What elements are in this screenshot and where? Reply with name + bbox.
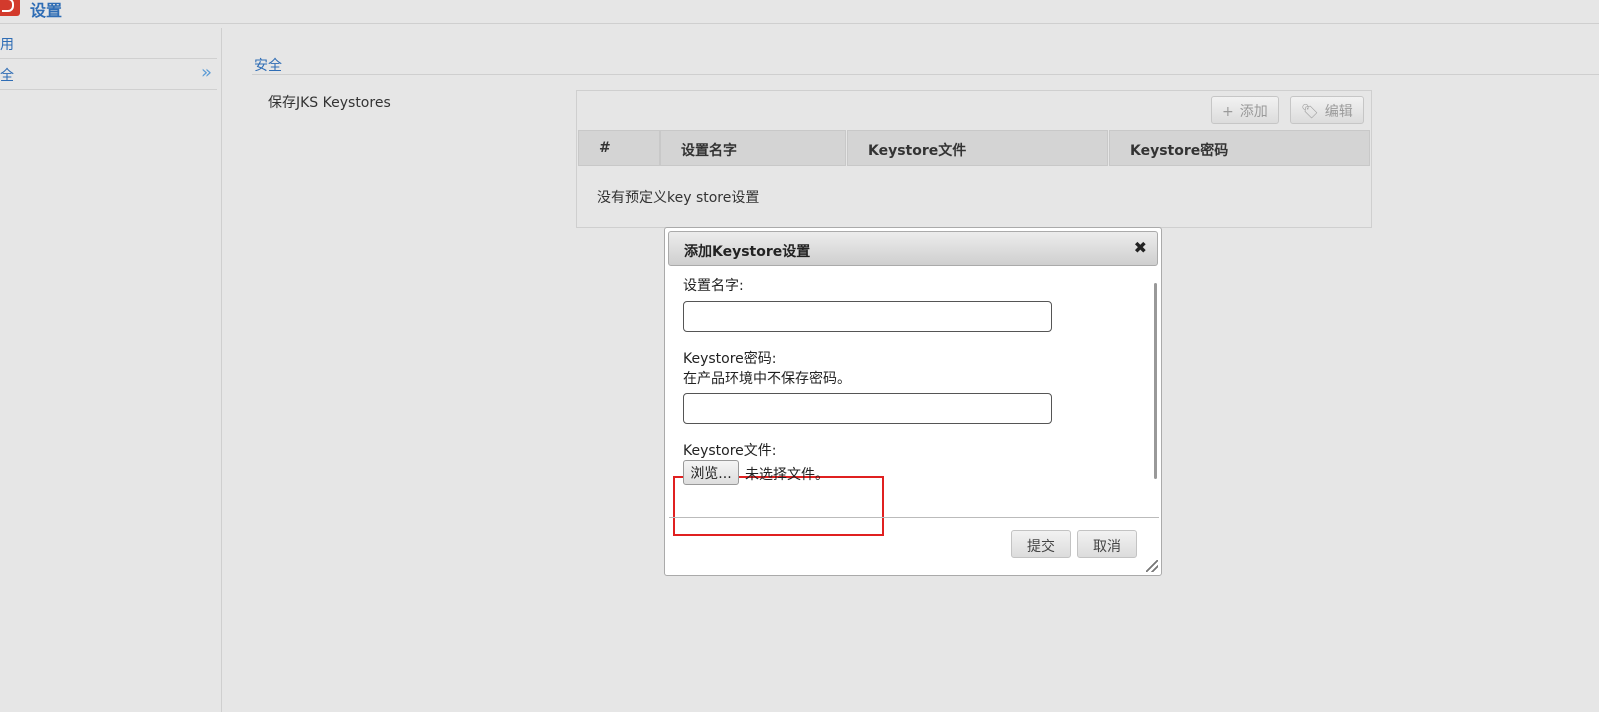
app-header: 设置 xyxy=(0,0,1599,24)
file-field-highlight xyxy=(673,476,884,536)
dialog-divider xyxy=(669,517,1159,518)
page-title: 设置 xyxy=(30,1,63,20)
add-keystore-dialog: 添加Keystore设置 ✖ 设置名字: Keystore密码: 在产品环境中不… xyxy=(664,227,1162,576)
cancel-button[interactable]: 取消 xyxy=(1077,530,1137,558)
sidebar-item-label: 用 xyxy=(0,37,14,53)
sidebar-item-general[interactable]: 用 xyxy=(0,28,217,59)
name-input[interactable] xyxy=(683,301,1052,332)
plus-icon: + xyxy=(1222,104,1234,120)
edit-button[interactable]: 🏷 编辑 xyxy=(1290,96,1364,124)
resize-grip-icon[interactable] xyxy=(1146,560,1158,572)
browse-button[interactable]: 浏览... xyxy=(683,460,739,485)
close-icon[interactable]: ✖ xyxy=(1134,238,1147,257)
name-field-label: 设置名字: xyxy=(683,278,744,294)
sidebar: 用 全 » xyxy=(0,28,222,712)
column-header-password[interactable]: Keystore密码 xyxy=(1109,130,1370,166)
app-logo-icon xyxy=(0,0,20,16)
dialog-title: 添加Keystore设置 xyxy=(684,244,811,260)
column-header-index[interactable]: # xyxy=(578,130,660,166)
empty-table-message: 没有预定义key store设置 xyxy=(597,190,760,206)
tag-icon: 🏷 xyxy=(1301,104,1319,120)
file-status-text: 未选择文件。 xyxy=(745,467,829,483)
column-header-name[interactable]: 设置名字 xyxy=(660,130,846,166)
section-divider xyxy=(252,74,1599,75)
chevron-right-icon: » xyxy=(200,62,212,83)
file-field-label: Keystore文件: xyxy=(683,443,777,459)
password-input[interactable] xyxy=(683,393,1052,424)
password-hint: 在产品环境中不保存密码。 xyxy=(683,371,851,387)
dialog-body: 设置名字: Keystore密码: 在产品环境中不保存密码。 Keystore文… xyxy=(665,268,1161,536)
edit-button-label: 编辑 xyxy=(1324,104,1353,120)
sidebar-item-security[interactable]: 全 » xyxy=(0,59,217,90)
table-header-row: # 设置名字 Keystore文件 Keystore密码 xyxy=(577,130,1371,166)
add-button-label: 添加 xyxy=(1239,104,1268,120)
add-button[interactable]: + 添加 xyxy=(1211,96,1279,124)
submit-button[interactable]: 提交 xyxy=(1011,530,1071,558)
sidebar-item-label: 全 xyxy=(0,68,14,84)
section-title: 安全 xyxy=(254,58,282,74)
dialog-titlebar[interactable]: 添加Keystore设置 ✖ xyxy=(668,231,1158,266)
keystores-field-label: 保存JKS Keystores xyxy=(268,95,391,111)
keystore-table-panel: + 添加 🏷 编辑 # 设置名字 Keystore文件 Keystore密码 没有预… xyxy=(576,90,1372,228)
password-field-label: Keystore密码: xyxy=(683,351,777,367)
column-header-file[interactable]: Keystore文件 xyxy=(847,130,1108,166)
dialog-scrollbar[interactable] xyxy=(1154,283,1157,479)
